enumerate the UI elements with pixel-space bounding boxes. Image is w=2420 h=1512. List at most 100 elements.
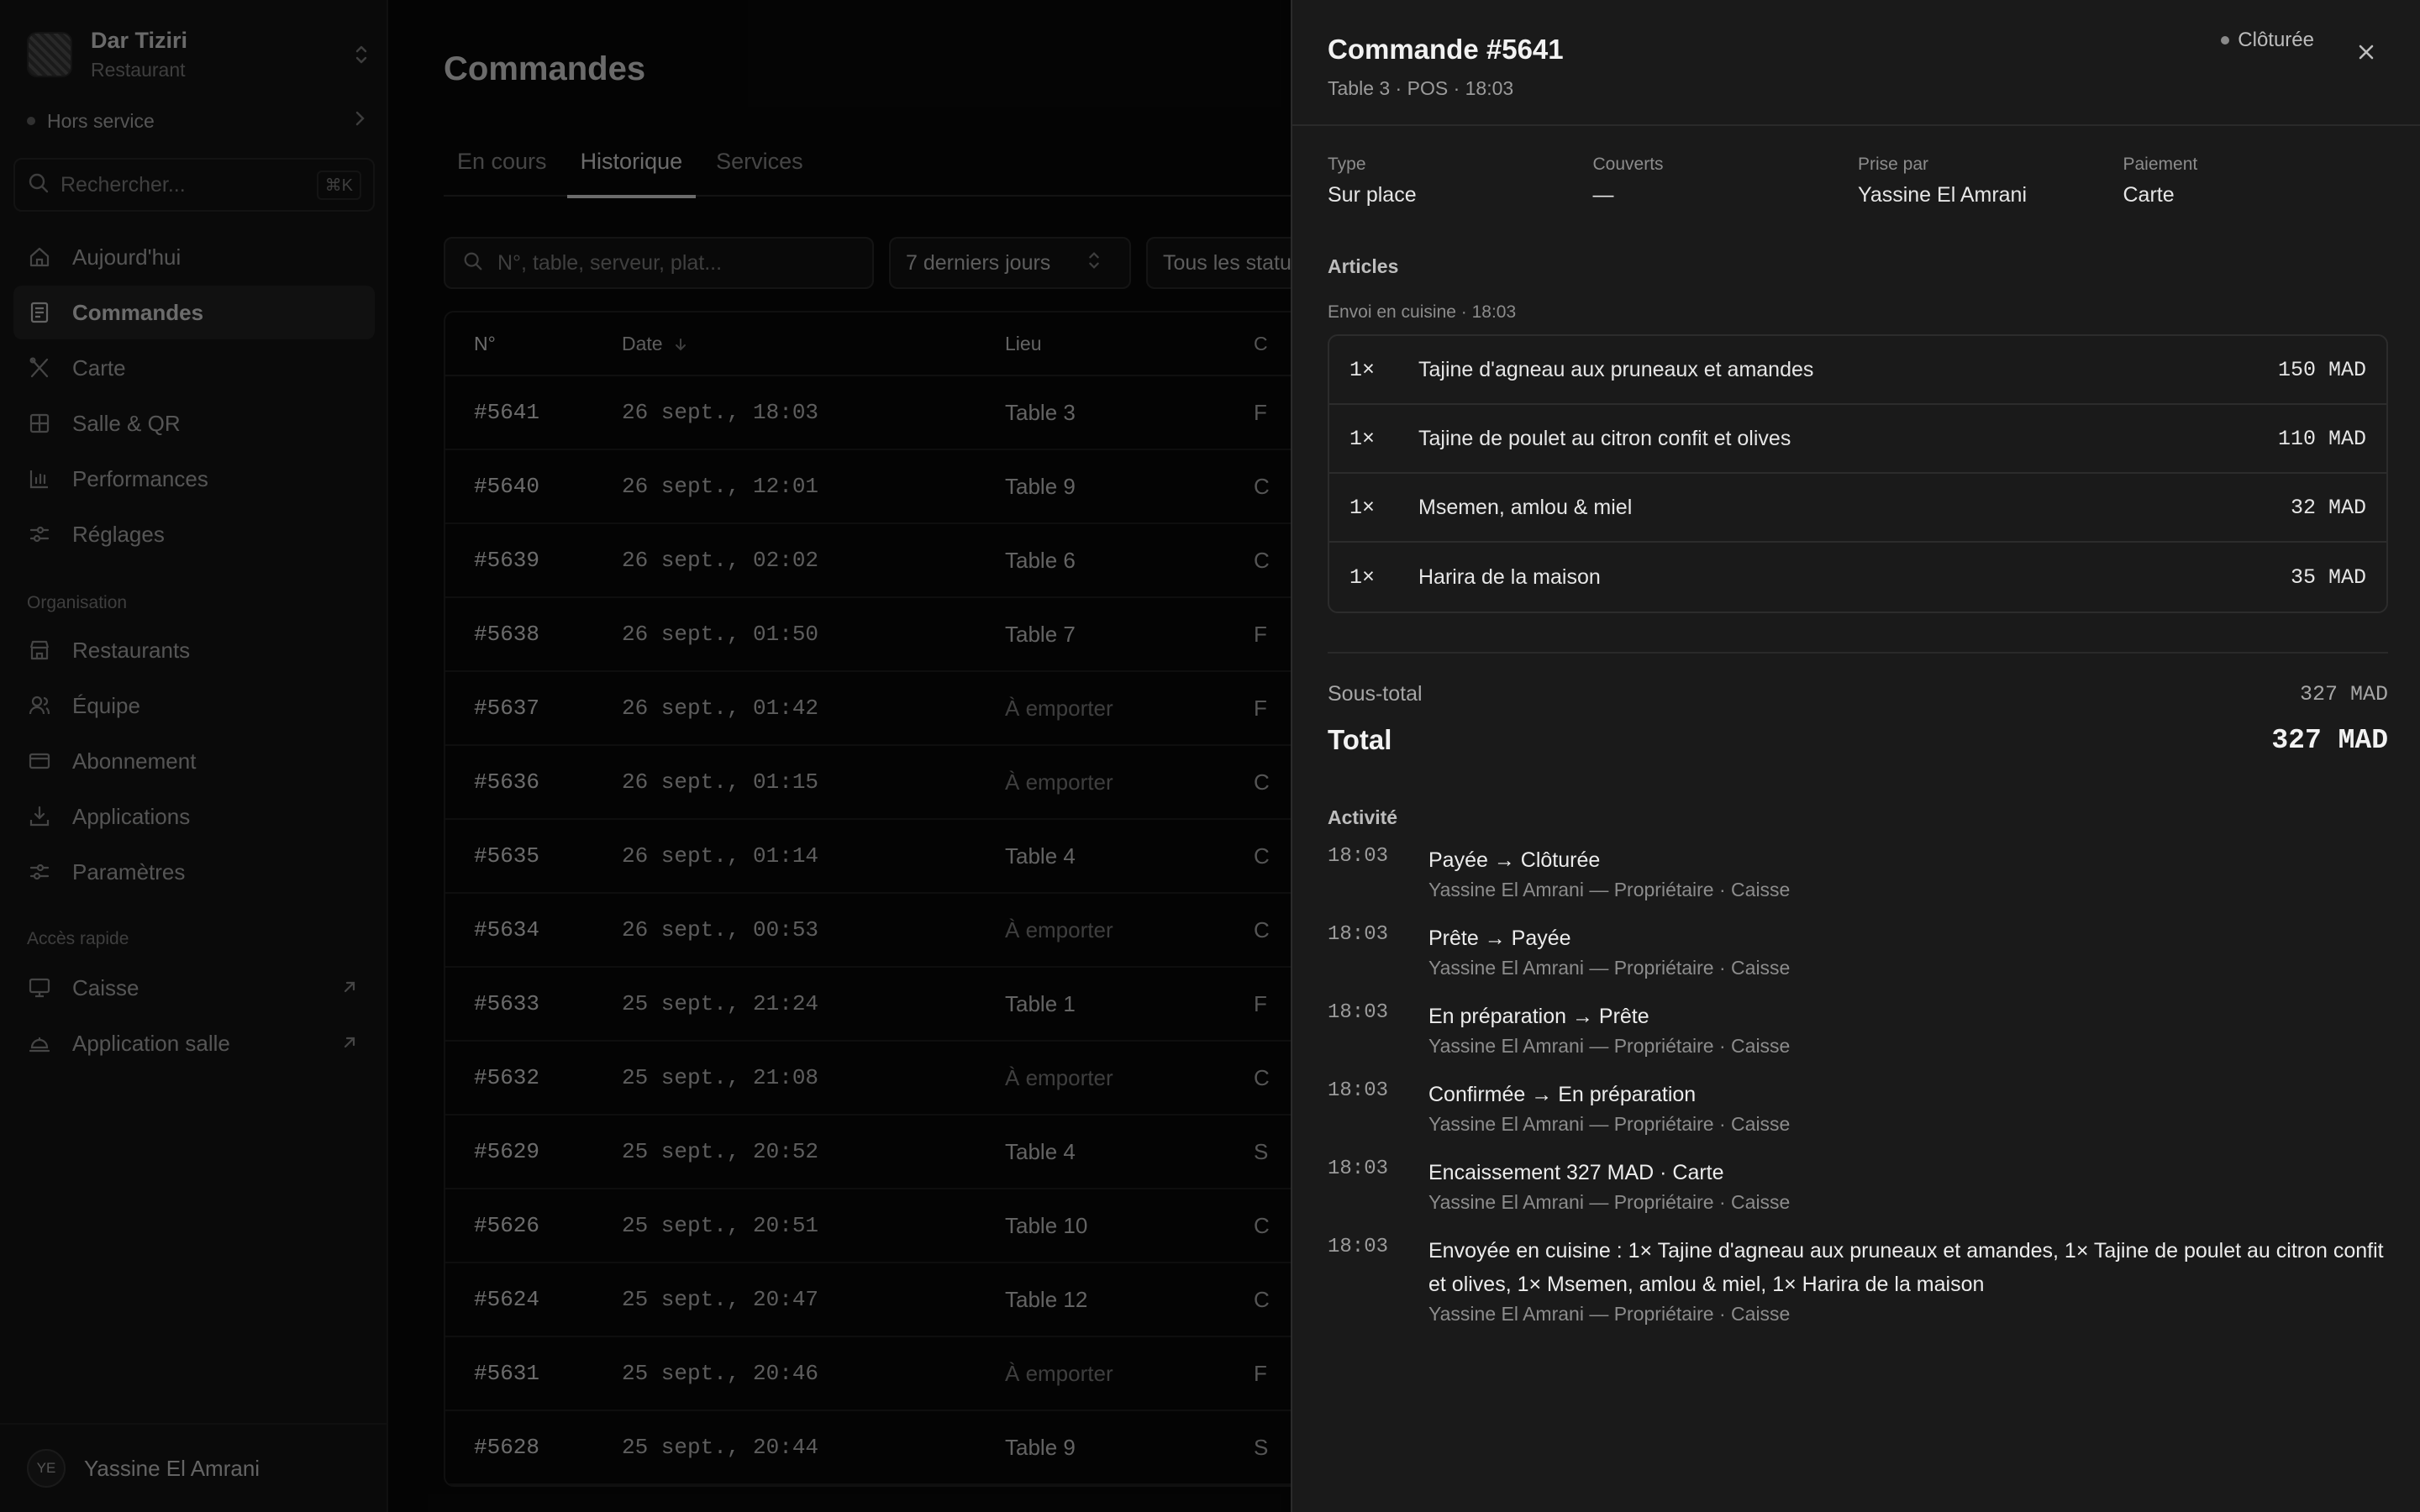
order-place: Table 6: [1005, 547, 1076, 573]
nav-item-applications[interactable]: Applications: [13, 790, 375, 843]
order-item: 1× Msemen, amlou & miel 32 MAD: [1329, 474, 2386, 543]
close-button[interactable]: [2353, 39, 2380, 66]
nav-label: Applications: [72, 803, 191, 829]
user-menu[interactable]: YE Yassine El Amrani: [0, 1423, 387, 1512]
activity-entry: 18:03 Envoyée en cuisine : 1× Tajine d'a…: [1328, 1234, 2388, 1326]
order-date: 25 sept., 21:08: [622, 1065, 819, 1090]
sidebar: Dar Tiziri Restaurant Hors service Reche…: [0, 0, 388, 1512]
search-placeholder: Rechercher...: [60, 172, 186, 197]
nav-label: Aujourd'hui: [72, 244, 182, 270]
order-number: #5632: [474, 1065, 540, 1090]
nav-item-today[interactable]: Aujourd'hui: [13, 230, 375, 284]
articles-heading: Articles: [1328, 255, 1399, 277]
monitor-icon: [27, 975, 52, 1000]
order-number: #5640: [474, 474, 540, 499]
meta-value: Sur place: [1328, 183, 1417, 207]
nav-item-orders[interactable]: Commandes: [13, 286, 375, 339]
tab-in-progress[interactable]: En cours: [444, 144, 560, 197]
order-date: 26 sept., 01:15: [622, 769, 819, 795]
order-subtitle: Table 3 · POS · 18:03: [1328, 77, 1514, 99]
nav-item-room-qr[interactable]: Salle & QR: [13, 396, 375, 450]
card-icon: [27, 748, 52, 774]
date-range-select[interactable]: 7 derniers jours: [889, 237, 1131, 289]
activity-heading: Activité: [1328, 806, 1398, 828]
order-number: #5641: [474, 400, 540, 425]
page-title: Commandes: [444, 50, 646, 87]
order-number: #5629: [474, 1139, 540, 1164]
store-icon: [27, 638, 52, 663]
nav-item-restaurants[interactable]: Restaurants: [13, 623, 375, 677]
order-place: À emporter: [1005, 1360, 1113, 1386]
item-name: Tajine d'agneau aux pruneaux et amandes: [1418, 357, 1814, 381]
chevron-up-down-icon: [1087, 249, 1101, 277]
order-items-list: 1× Tajine d'agneau aux pruneaux et amand…: [1328, 334, 2388, 613]
activity-entry: 18:03 En préparation → Prête Yassine El …: [1328, 1000, 2388, 1058]
order-number: #5631: [474, 1361, 540, 1386]
kitchen-send-note: Envoi en cuisine · 18:03: [1328, 302, 1517, 322]
activity-entry: 18:03 Encaissement 327 MAD · Carte Yassi…: [1328, 1156, 2388, 1214]
subtotal-row: Sous-total 327 MAD: [1328, 682, 2388, 706]
activity-event: Payée → Clôturée: [1428, 848, 1601, 872]
column-header-place[interactable]: Lieu: [1005, 333, 1254, 355]
order-date: 25 sept., 20:47: [622, 1287, 819, 1312]
item-price: 150 MAD: [2277, 357, 2366, 382]
nav-label: Application salle: [72, 1030, 230, 1056]
activity-time: 18:03: [1328, 845, 1389, 868]
activity-event: En préparation → Prête: [1428, 1005, 1649, 1028]
nav-item-parameters[interactable]: Paramètres: [13, 845, 375, 899]
nav-label: Commandes: [72, 299, 204, 325]
nav-label: Salle & QR: [72, 410, 181, 436]
tab-services[interactable]: Services: [702, 144, 817, 197]
main-nav: Aujourd'hui Commandes Carte Salle & QR P…: [13, 230, 375, 563]
order-place: À emporter: [1005, 769, 1113, 795]
nav-item-team[interactable]: Équipe: [13, 679, 375, 732]
download-icon: [27, 804, 52, 829]
sidebar-search[interactable]: Rechercher... ⌘K: [13, 158, 375, 212]
nav-item-performance[interactable]: Performances: [13, 452, 375, 506]
order-item: 1× Tajine de poulet au citron confit et …: [1329, 405, 2386, 474]
order-title: Commande #5641: [1328, 34, 1564, 65]
chevron-up-down-icon: [351, 39, 371, 70]
total-label: Total: [1328, 724, 1392, 755]
meta-covers: Couverts —: [1593, 155, 1859, 207]
nav-item-subscription[interactable]: Abonnement: [13, 734, 375, 788]
activity-entry: 18:03 Confirmée → En préparation Yassine…: [1328, 1078, 2388, 1136]
order-number: #5636: [474, 769, 540, 795]
service-status[interactable]: Hors service: [27, 106, 366, 136]
nav-item-menu[interactable]: Carte: [13, 341, 375, 395]
avatar: YE: [27, 1449, 66, 1488]
nav-item-pos[interactable]: Caisse: [13, 961, 375, 1015]
workspace-switcher[interactable]: Dar Tiziri Restaurant: [27, 25, 371, 84]
item-price: 32 MAD: [2290, 495, 2366, 520]
order-place: Table 7: [1005, 621, 1076, 647]
item-name: Tajine de poulet au citron confit et oli…: [1418, 426, 1791, 450]
nav-item-settings[interactable]: Réglages: [13, 507, 375, 561]
item-quantity: 1×: [1349, 357, 1376, 382]
order-number: #5628: [474, 1435, 540, 1460]
status-badge: Clôturée: [2221, 29, 2314, 52]
status-dot: [27, 117, 35, 125]
total-row: Total 327 MAD: [1328, 724, 2388, 756]
close-icon: [2359, 45, 2374, 60]
meta-payment: Paiement Carte: [2123, 155, 2389, 207]
item-name: Msemen, amlou & miel: [1418, 495, 1633, 519]
order-date: 26 sept., 12:01: [622, 474, 819, 499]
meta-value: Carte: [2123, 183, 2175, 207]
shortcut-badge: ⌘K: [316, 170, 361, 200]
section-label-organisation: Organisation: [27, 593, 128, 612]
order-search-input[interactable]: N°, table, serveur, plat...: [444, 237, 874, 289]
order-place: Table 1: [1005, 990, 1076, 1016]
tab-history[interactable]: Historique: [566, 144, 697, 198]
meta-value: Yassine El Amrani: [1858, 183, 2028, 207]
column-header-date[interactable]: Date: [622, 333, 1005, 355]
status-dot: [2221, 36, 2230, 45]
order-date: 26 sept., 01:14: [622, 843, 819, 869]
user-name: Yassine El Amrani: [84, 1455, 260, 1481]
activity-event: Confirmée → En préparation: [1428, 1083, 1697, 1106]
order-date: 25 sept., 20:44: [622, 1435, 819, 1460]
nav-item-room-app[interactable]: Application salle: [13, 1016, 375, 1070]
item-quantity: 1×: [1349, 564, 1376, 590]
order-date: 26 sept., 00:53: [622, 917, 819, 942]
column-header-number[interactable]: N°: [445, 333, 622, 355]
subtotal-label: Sous-total: [1328, 682, 1423, 706]
